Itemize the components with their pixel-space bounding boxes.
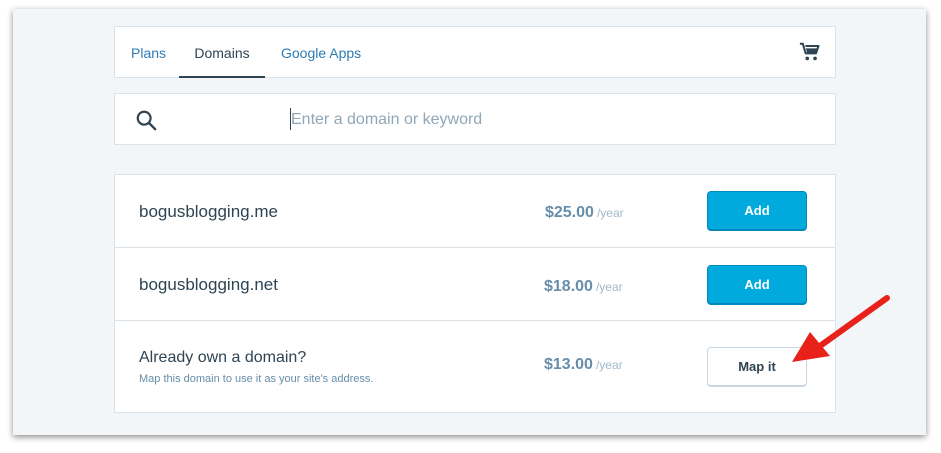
- domain-price: $13.00/year: [544, 356, 623, 374]
- price-amount: $25.00: [545, 204, 594, 221]
- domain-price: $25.00/year: [545, 204, 624, 222]
- price-period: /year: [596, 206, 624, 220]
- map-domain-subtitle: Map this domain to use it as your site's…: [139, 373, 374, 385]
- map-domain-title: Already own a domain?: [139, 349, 307, 366]
- price-period: /year: [595, 280, 623, 294]
- shopping-cart-icon[interactable]: [799, 41, 821, 63]
- price-amount: $13.00: [544, 356, 593, 373]
- list-item: bogusblogging.net $18.00/year Add: [115, 248, 835, 321]
- domain-price: $18.00/year: [544, 278, 623, 296]
- section-nav: Plans Domains Google Apps: [114, 26, 836, 78]
- domain-results-list: bogusblogging.me $25.00/year Add bogusbl…: [114, 174, 836, 413]
- domain-name: bogusblogging.net: [139, 275, 278, 294]
- price-amount: $18.00: [544, 278, 593, 295]
- map-domain-row: Already own a domain? Map this domain to…: [115, 321, 835, 412]
- tab-google-apps[interactable]: Google Apps: [281, 27, 361, 78]
- list-item: bogusblogging.me $25.00/year Add: [115, 175, 835, 248]
- domain-search: [114, 93, 836, 145]
- add-domain-button[interactable]: Add: [707, 191, 807, 231]
- domain-search-input[interactable]: [291, 105, 811, 135]
- red-arrow-annotation: [792, 295, 890, 362]
- tab-domains[interactable]: Domains: [179, 27, 265, 78]
- domain-name: bogusblogging.me: [139, 202, 278, 221]
- search-icon[interactable]: [135, 109, 157, 131]
- price-period: /year: [595, 358, 623, 372]
- tab-plans[interactable]: Plans: [131, 27, 166, 78]
